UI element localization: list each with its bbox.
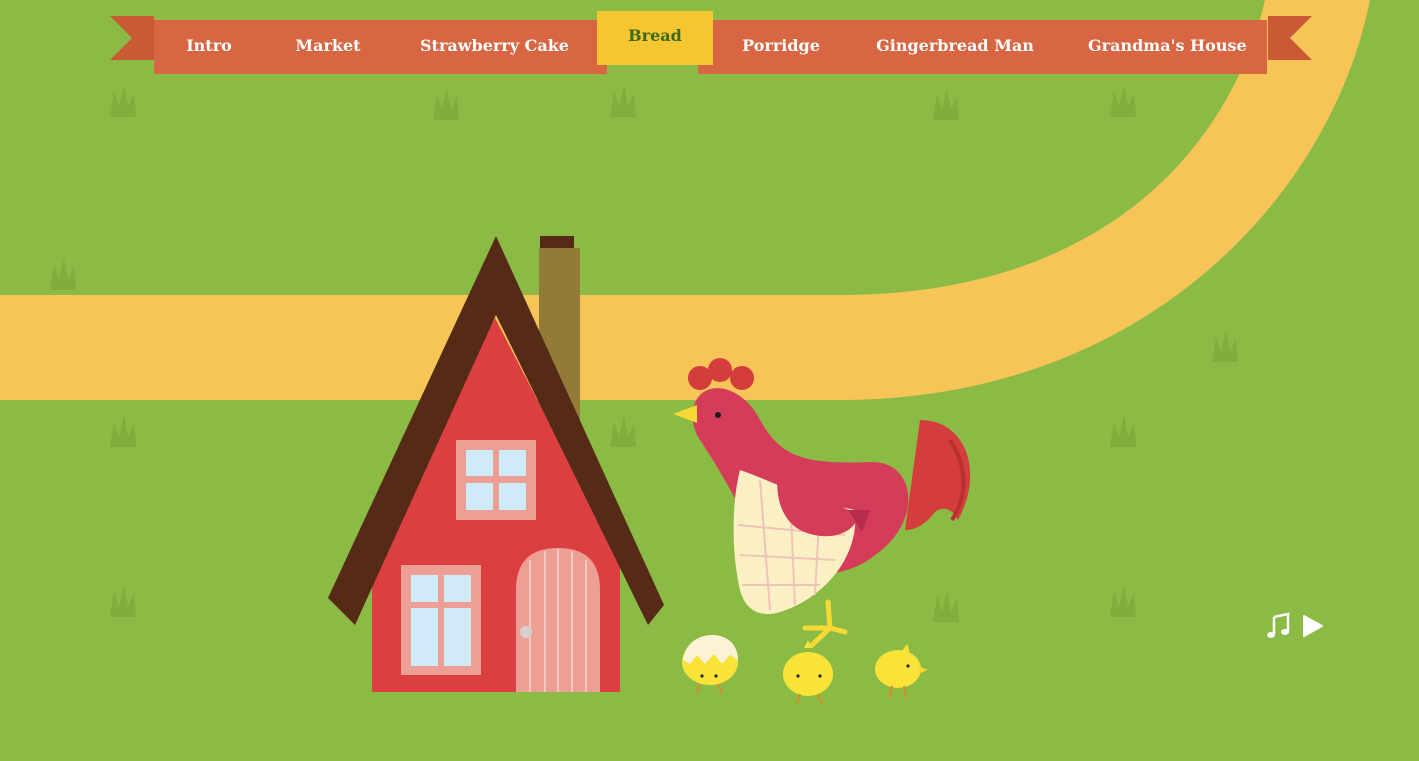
nav-item-strawberry-cake[interactable]: Strawberry Cake bbox=[420, 20, 569, 74]
play-icon bbox=[1303, 615, 1323, 637]
nav-item-grandmas-house[interactable]: Grandma's House bbox=[1088, 20, 1247, 74]
play-button[interactable] bbox=[1300, 612, 1326, 640]
chapter-nav: Intro Market Strawberry Cake Bread Porri… bbox=[110, 10, 1312, 80]
nav-item-porridge[interactable]: Porridge bbox=[740, 20, 822, 74]
ribbon-tail-right-fill bbox=[1268, 16, 1290, 60]
nav-item-gingerbread-man[interactable]: Gingerbread Man bbox=[876, 20, 1034, 74]
ribbon-tail-left-fill bbox=[132, 16, 154, 60]
ribbon-tail-right bbox=[1290, 16, 1312, 60]
media-controls bbox=[1266, 612, 1326, 642]
nav-item-market[interactable]: Market bbox=[288, 20, 368, 74]
nav-item-bread[interactable]: Bread bbox=[597, 11, 713, 65]
music-toggle-button[interactable] bbox=[1266, 612, 1292, 640]
ribbon-tail-left bbox=[110, 16, 132, 60]
nav-item-intro[interactable]: Intro bbox=[180, 20, 238, 74]
farm-scene bbox=[0, 0, 1419, 761]
music-note-icon bbox=[1267, 612, 1290, 638]
